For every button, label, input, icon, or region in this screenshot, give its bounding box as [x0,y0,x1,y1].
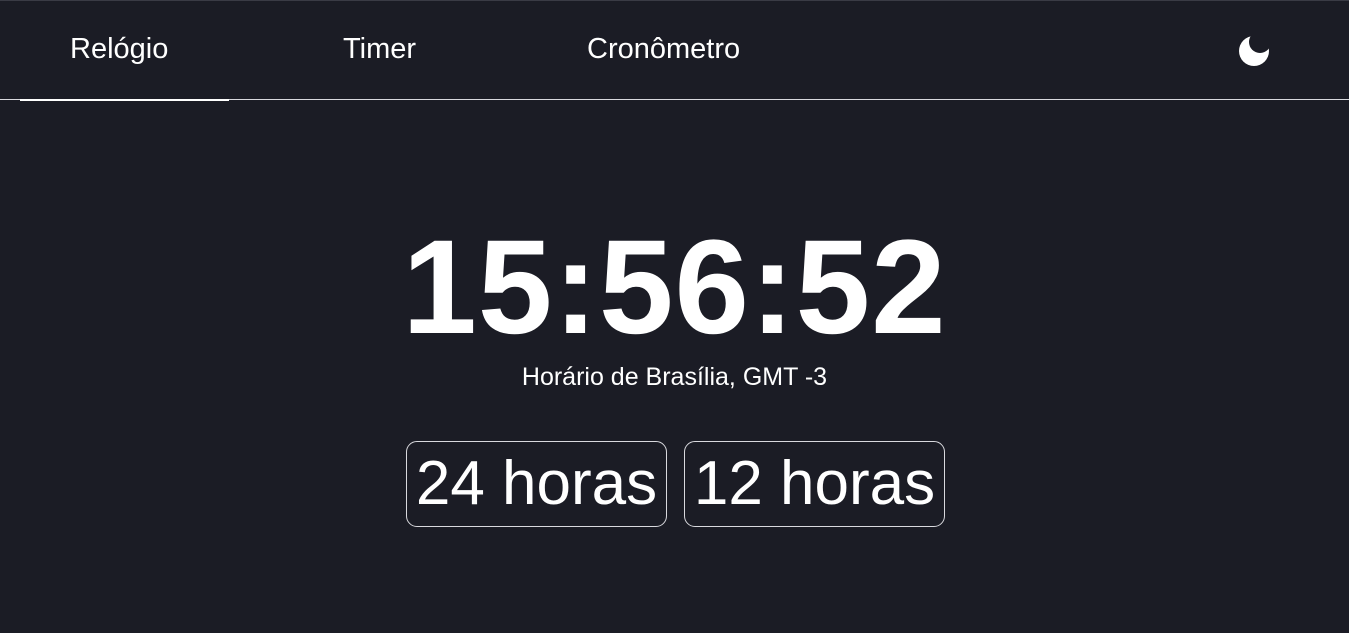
tab-clock[interactable]: Relógio [20,0,229,101]
tab-timer-label: Timer [343,33,417,65]
tab-stopwatch[interactable]: Cronômetro [560,0,790,100]
current-time: 15:56:52 [402,213,947,362]
top-navigation: Relógio Timer Cronômetro [0,0,1349,101]
tab-timer[interactable]: Timer [300,0,470,100]
tab-clock-label: Relógio [70,33,169,65]
tab-stopwatch-label: Cronômetro [587,33,741,65]
format-12h-button[interactable]: 12 horas [684,441,945,527]
timezone-label: Horário de Brasília, GMT -3 [521,363,828,391]
format-24h-button[interactable]: 24 horas [406,441,667,527]
theme-toggle-button[interactable] [1234,32,1274,72]
moon-icon [1239,36,1269,66]
